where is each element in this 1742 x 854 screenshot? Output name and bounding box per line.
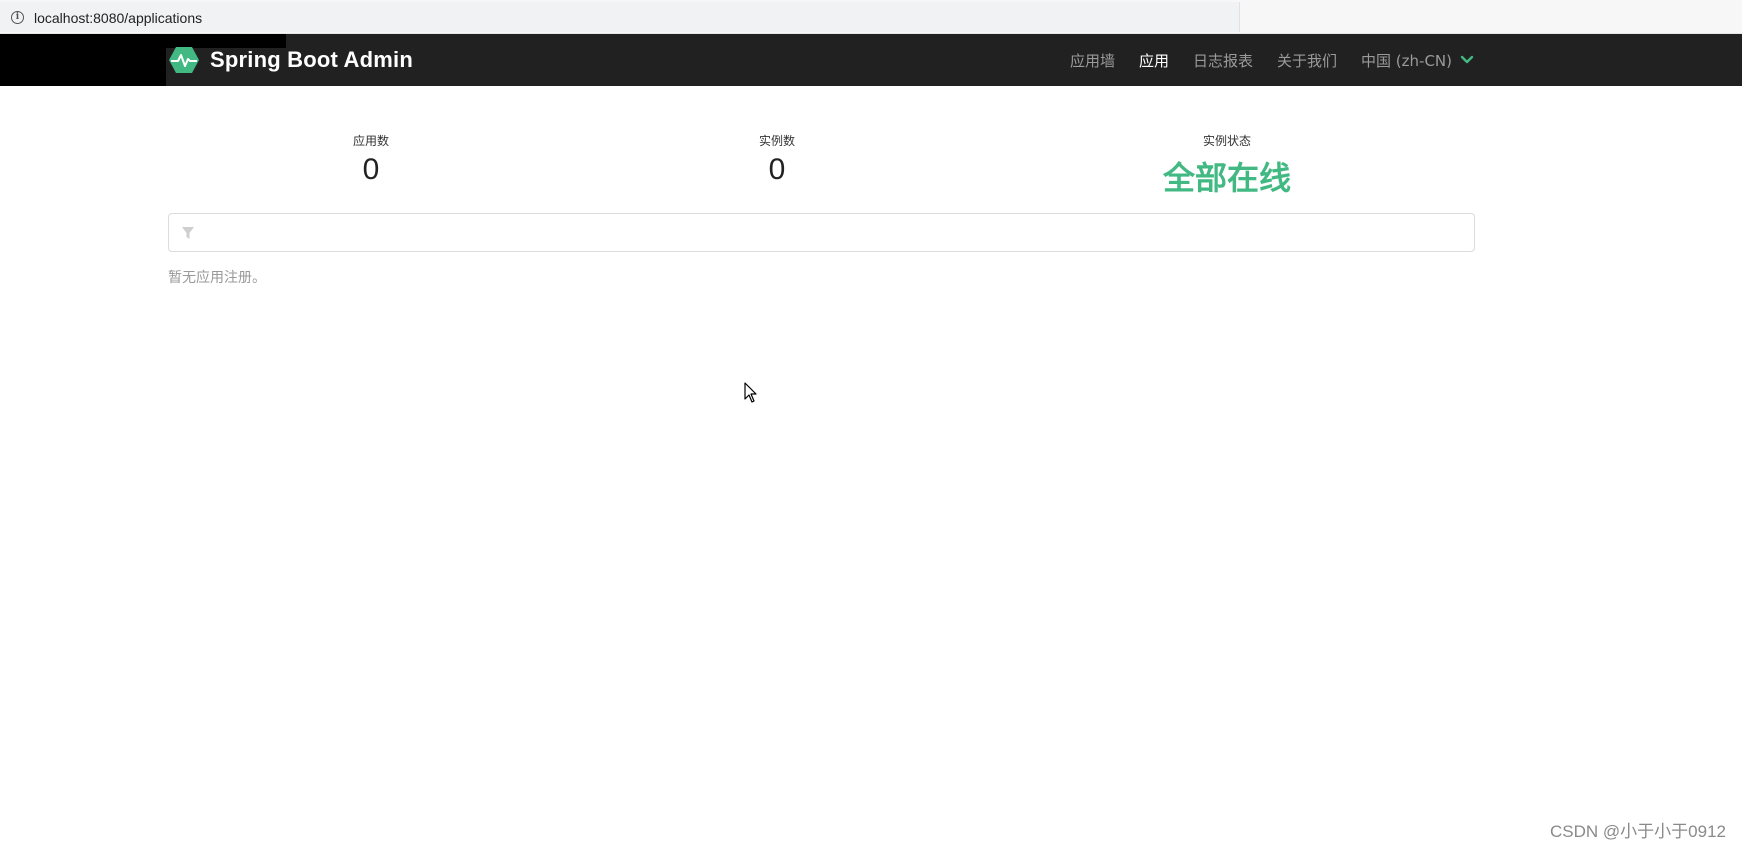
stat-label: 应用数: [352, 134, 389, 148]
filter-input[interactable]: [205, 218, 1465, 247]
stat-instance-status: 实例状态 全部在线: [1077, 132, 1377, 199]
nav-item-applications[interactable]: 应用: [1139, 50, 1169, 71]
stat-instances: 实例数 0: [627, 132, 927, 187]
info-icon[interactable]: i: [11, 11, 24, 24]
address-pane[interactable]: i localhost:8080/applications: [0, 2, 1240, 32]
redacted-region: [0, 34, 166, 86]
stat-applications: 应用数 0: [221, 132, 521, 187]
mouse-cursor-icon: [744, 382, 757, 403]
browser-address-bar: i localhost:8080/applications: [0, 0, 1742, 34]
stat-value: 0: [768, 153, 786, 186]
nav-menu: 应用墙 应用 日志报表 关于我们 中国 (zh-CN): [1070, 34, 1474, 86]
nav-item-about[interactable]: 关于我们: [1277, 50, 1337, 71]
url-text[interactable]: localhost:8080/applications: [34, 10, 202, 26]
language-selector[interactable]: 中国 (zh-CN): [1361, 50, 1474, 71]
filter-icon: [182, 227, 194, 239]
stat-label: 实例数: [758, 134, 795, 148]
filter-box[interactable]: [168, 213, 1475, 252]
brand[interactable]: Spring Boot Admin: [168, 46, 413, 74]
chevron-down-icon: [1460, 55, 1474, 64]
heartbeat-hexagon-icon: [169, 47, 199, 73]
brand-title: Spring Boot Admin: [210, 47, 414, 72]
nav-item-journal[interactable]: 日志报表: [1193, 50, 1253, 71]
empty-message: 暂无应用注册。: [168, 270, 266, 286]
watermark: CSDN @小于小于0912: [1550, 822, 1726, 841]
language-label: 中国 (zh-CN): [1361, 51, 1452, 70]
status-value: 全部在线: [1162, 160, 1291, 196]
nav-item-wallboard[interactable]: 应用墙: [1070, 50, 1115, 71]
stat-value: 0: [362, 153, 380, 186]
stat-label: 实例状态: [1202, 134, 1251, 148]
